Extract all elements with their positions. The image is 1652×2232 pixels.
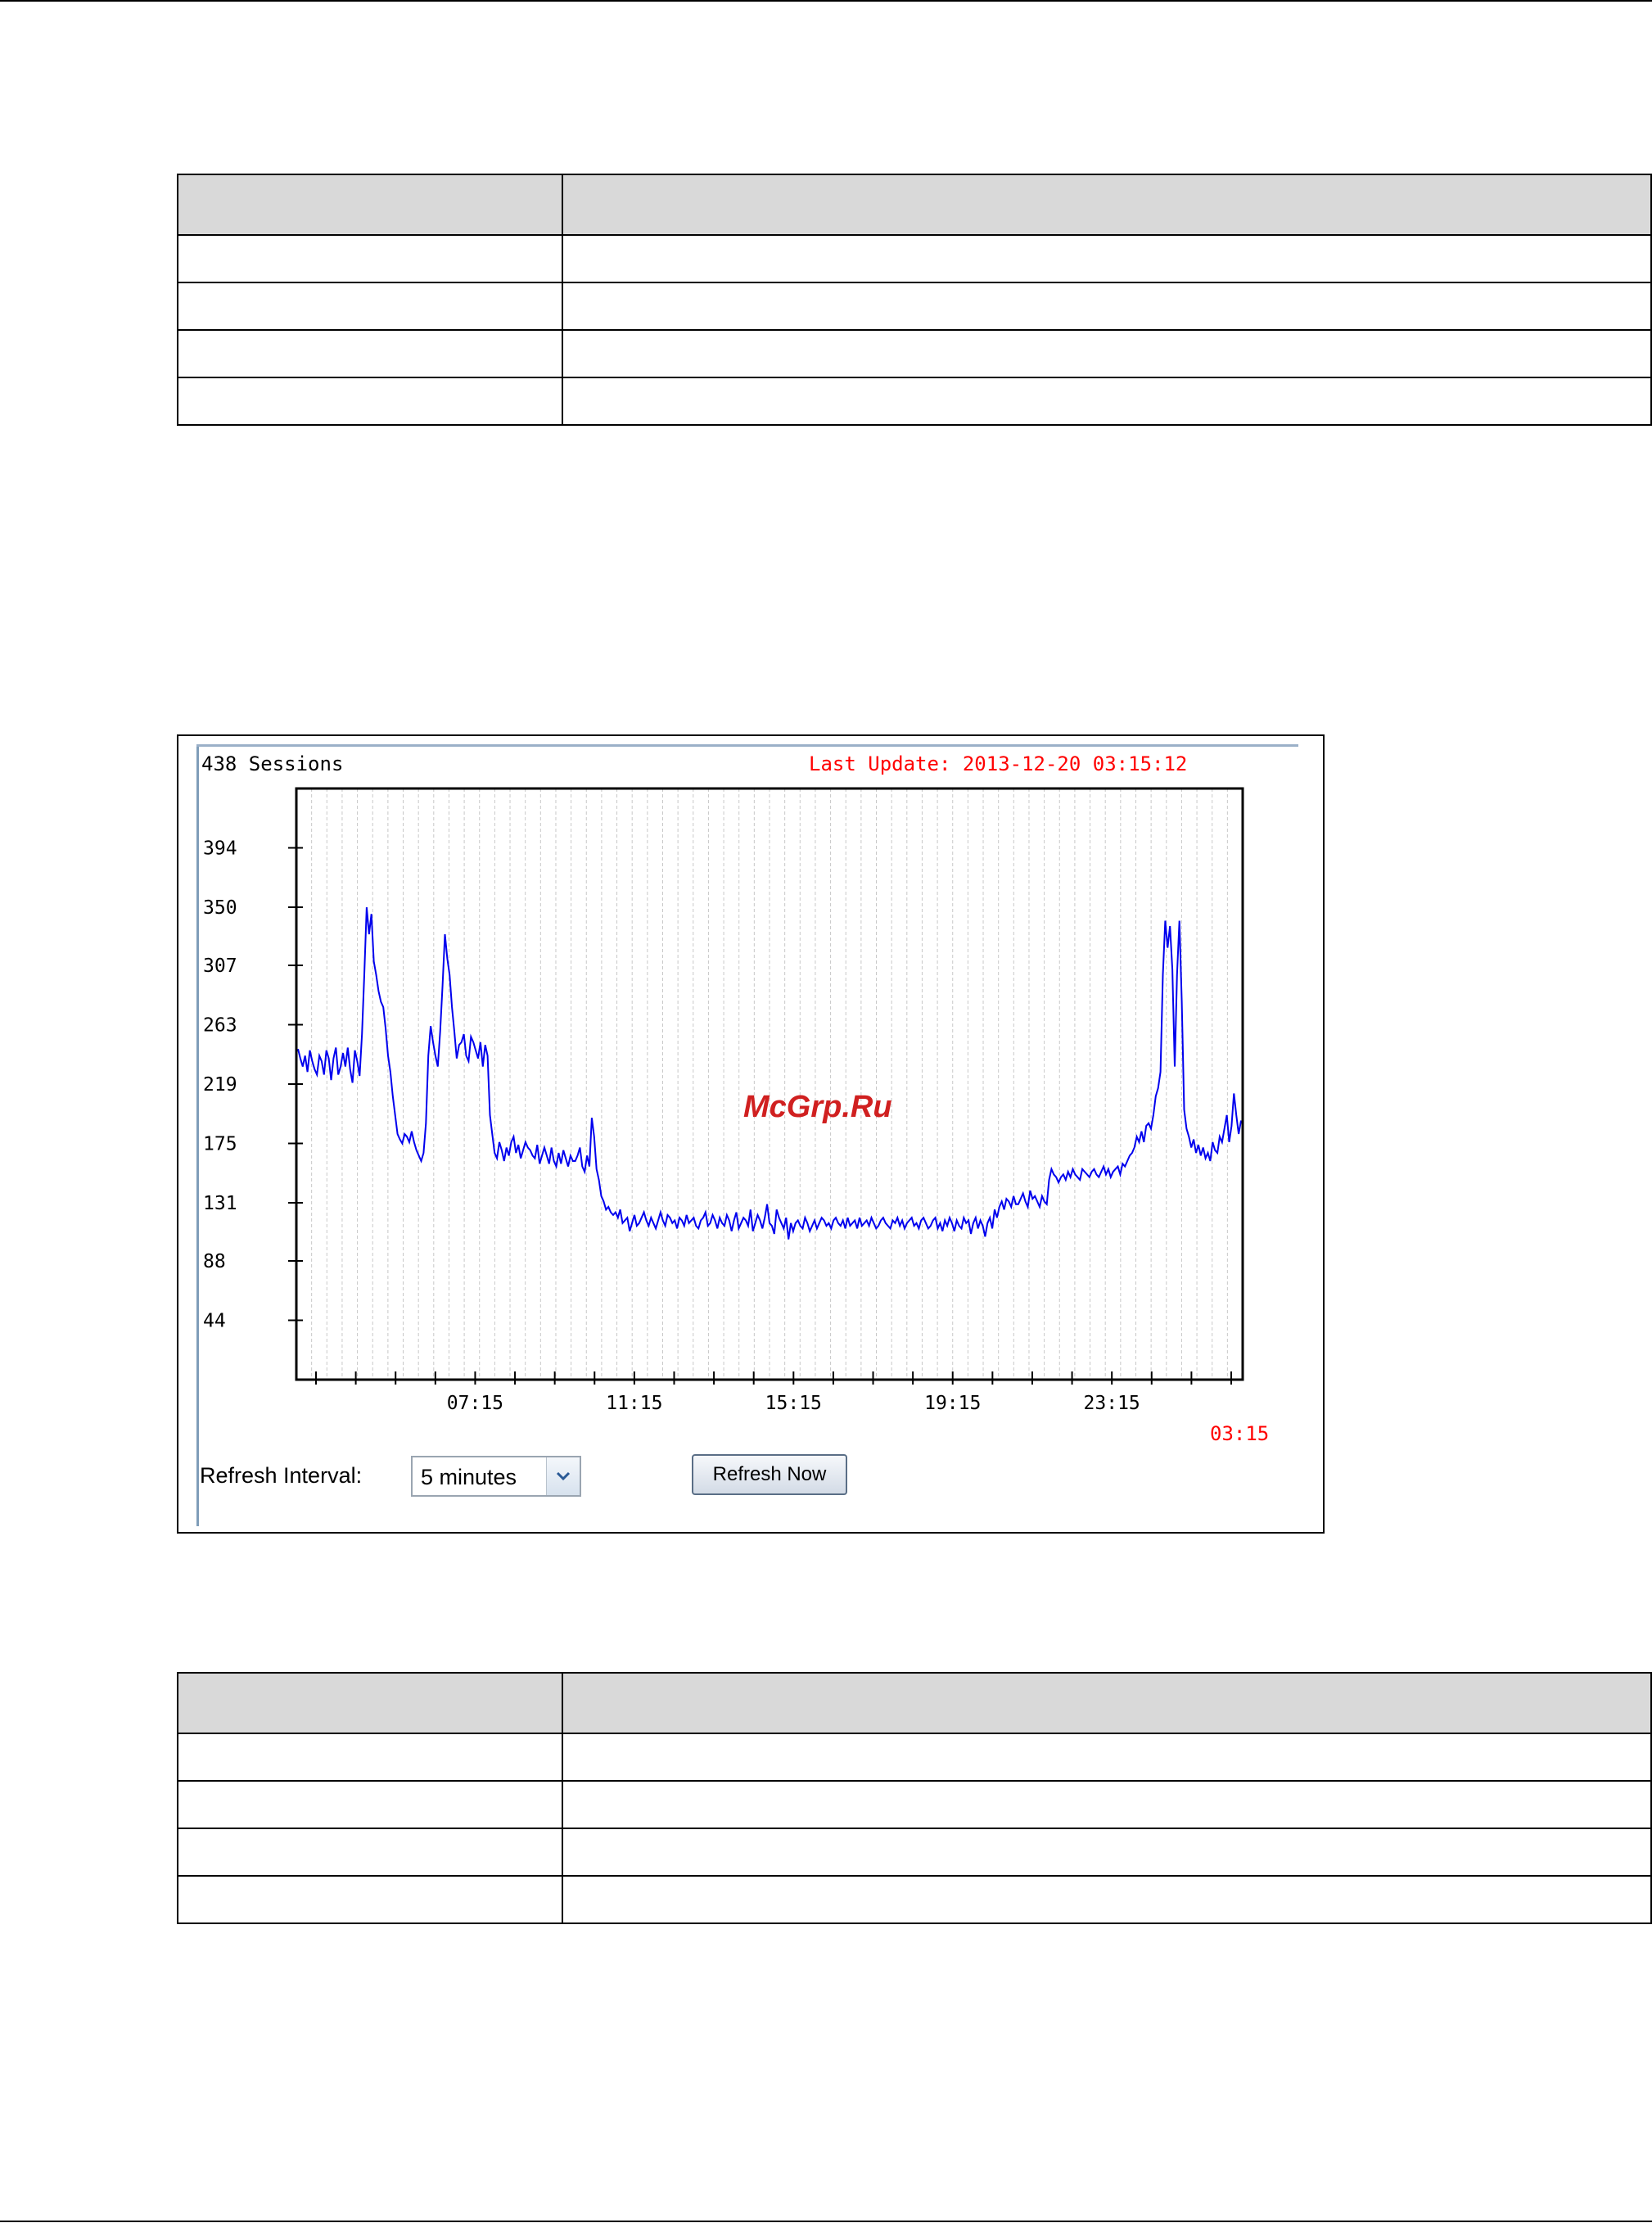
table-cell (177, 329, 563, 378)
table-row (177, 1733, 1652, 1782)
table-cell (562, 1875, 1652, 1924)
table-row (177, 329, 1652, 378)
last-update-timestamp: Last Update: 2013-12-20 03:15:12 (809, 752, 1188, 775)
table-cell (177, 1733, 563, 1782)
chart-end-time: 03:15 (1210, 1422, 1270, 1445)
y-tick-label: 88 (203, 1251, 226, 1272)
table-cell (177, 282, 563, 331)
table-row (177, 1828, 1652, 1877)
session-monitor-screenshot: 44 88 131 175 219 263 307 350 394 07:15 11:15 15:15… (177, 734, 1325, 1534)
table-row (177, 282, 1652, 331)
sessions-count-label: 438 Sessions (201, 752, 344, 775)
x-tick-label: 19:15 (924, 1393, 981, 1414)
table-cell (562, 234, 1652, 283)
sessions-line-chart: 44 88 131 175 219 263 307 350 394 07:15 11:15 15:15… (203, 787, 1244, 1414)
table-cell (562, 329, 1652, 378)
table-cell (562, 1780, 1652, 1829)
watermark: McGrp.Ru (743, 1090, 892, 1124)
page-top-rule (0, 0, 1652, 2)
table-header-row (177, 174, 1652, 236)
table-cell (562, 1828, 1652, 1877)
refresh-interval-value: 5 minutes (421, 1465, 517, 1489)
y-tick-label: 350 (203, 897, 237, 919)
y-tick-label: 131 (203, 1193, 237, 1214)
refresh-now-button[interactable]: Refresh Now (692, 1454, 847, 1495)
x-tick-label: 23:15 (1084, 1393, 1140, 1414)
y-tick-label: 307 (203, 956, 237, 977)
x-tick-label: 15:15 (765, 1393, 822, 1414)
table-row (177, 1780, 1652, 1829)
table-cell (562, 282, 1652, 331)
y-tick-label: 175 (203, 1134, 237, 1155)
table-cell (177, 1780, 563, 1829)
table-row (177, 1875, 1652, 1924)
table-header-row (177, 1672, 1652, 1734)
y-tick-label: 44 (203, 1310, 226, 1331)
y-tick-label: 394 (203, 838, 237, 860)
table-cell (177, 1875, 563, 1924)
table-row (177, 377, 1652, 426)
table-row (177, 234, 1652, 283)
description-table-top (177, 174, 1652, 426)
table-cell (562, 377, 1652, 426)
description-table-bottom (177, 1672, 1652, 1924)
x-tick-label: 07:15 (447, 1393, 503, 1414)
table-header-cell (177, 1672, 563, 1734)
table-cell (177, 1828, 563, 1877)
table-cell (562, 1733, 1652, 1782)
table-header-cell (562, 174, 1652, 236)
table-cell (177, 377, 563, 426)
refresh-interval-label: Refresh Interval: (200, 1463, 363, 1488)
x-tick-label: 11:15 (606, 1393, 662, 1414)
table-header-cell (177, 174, 563, 236)
table-header-cell (562, 1672, 1652, 1734)
page-bottom-rule (0, 2221, 1652, 2222)
refresh-interval-select[interactable]: 5 minutes (411, 1456, 581, 1497)
y-tick-label: 263 (203, 1014, 237, 1036)
chevron-down-icon[interactable] (546, 1457, 580, 1495)
y-tick-label: 219 (203, 1074, 237, 1096)
table-cell (177, 234, 563, 283)
